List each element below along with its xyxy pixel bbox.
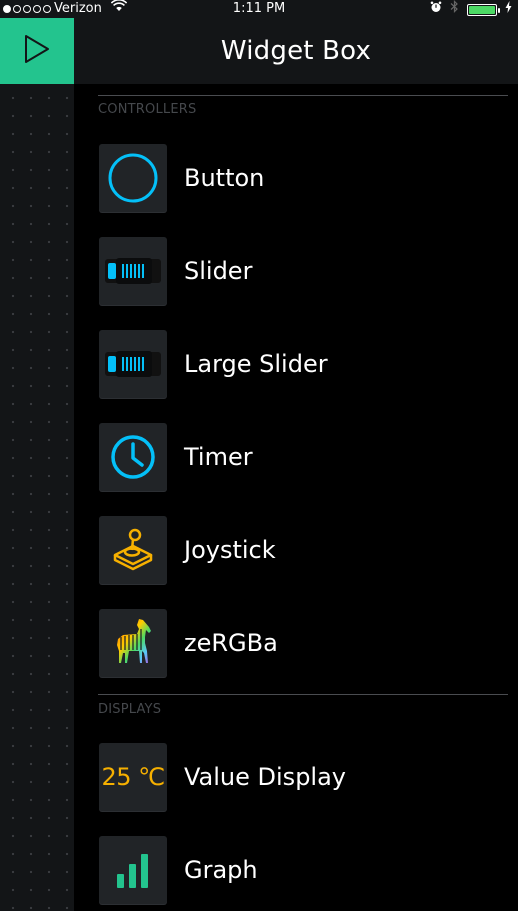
section-label-controllers: CONTROLLERS: [98, 102, 197, 117]
play-button[interactable]: [0, 18, 74, 84]
widget-item-joystick[interactable]: Joystick: [99, 516, 499, 584]
timer-clock-icon: [99, 423, 167, 491]
status-right: [430, 0, 512, 19]
header: Widget Box: [74, 18, 518, 84]
large-slider-icon: [99, 330, 167, 398]
battery-icon: [467, 3, 500, 16]
widget-item-timer[interactable]: Timer: [99, 423, 499, 491]
widget-label: Graph: [184, 856, 258, 884]
widget-item-value-display[interactable]: 25 ℃ Value Display: [99, 743, 499, 811]
value-display-icon: 25 ℃: [99, 743, 167, 811]
battery-fill: [469, 5, 495, 14]
widget-label: Joystick: [184, 536, 276, 564]
widget-item-graph[interactable]: Graph: [99, 836, 499, 904]
charging-icon: [505, 0, 512, 19]
play-icon: [23, 34, 51, 68]
value-display-icon-text: 25 ℃: [101, 763, 165, 791]
section-label-displays: DISPLAYS: [98, 702, 162, 717]
widget-label: Button: [184, 164, 265, 192]
page-title: Widget Box: [220, 36, 372, 66]
widget-list[interactable]: CONTROLLERS Button Slider Large Slider T…: [74, 84, 518, 911]
widget-label: zeRGBa: [184, 629, 278, 657]
status-bar: Verizon 1:11 PM: [0, 0, 518, 18]
dashboard-canvas[interactable]: [0, 84, 74, 911]
joystick-icon: [99, 516, 167, 584]
bluetooth-icon: [450, 0, 459, 19]
widget-label: Large Slider: [184, 350, 328, 378]
widget-label: Value Display: [184, 763, 346, 791]
widget-label: Timer: [184, 443, 253, 471]
widget-label: Slider: [184, 257, 253, 285]
graph-bars-icon: [99, 836, 167, 904]
section-divider: [98, 95, 508, 96]
slider-icon: [99, 237, 167, 305]
widget-item-slider[interactable]: Slider: [99, 237, 499, 305]
widget-item-button[interactable]: Button: [99, 144, 499, 212]
alarm-icon: [430, 1, 442, 19]
zebra-icon: [99, 609, 167, 677]
section-divider: [98, 694, 508, 695]
button-circle-icon: [99, 144, 167, 212]
widget-item-zergba[interactable]: zeRGBa: [99, 609, 499, 677]
widget-item-large-slider[interactable]: Large Slider: [99, 330, 499, 398]
